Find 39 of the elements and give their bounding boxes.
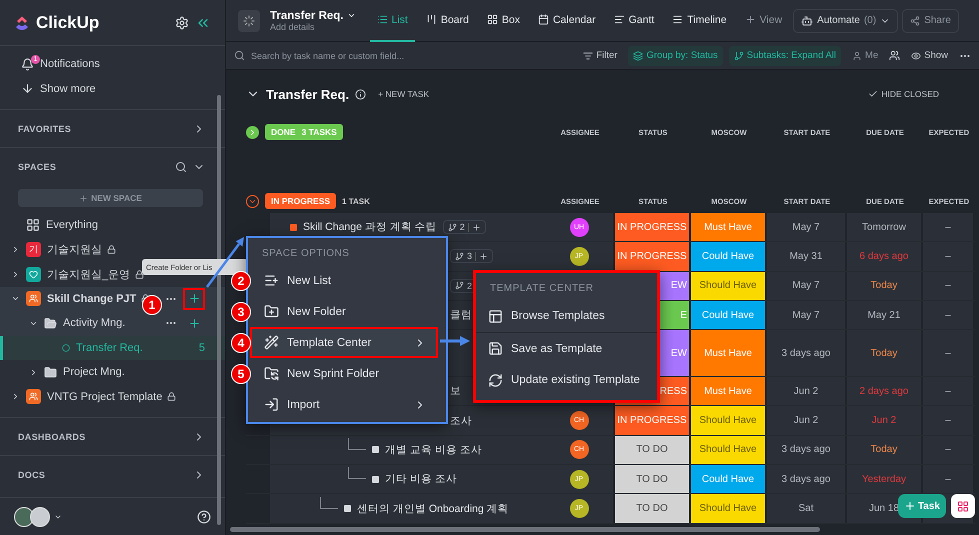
expected-cell: –: [923, 377, 973, 406]
step-marker: 2: [231, 271, 251, 291]
expected-cell: –: [923, 406, 973, 435]
due-date: Today: [870, 444, 898, 456]
start-date-cell: 3 days ago: [767, 436, 845, 464]
due-date: Yesterday: [862, 474, 906, 485]
due-date: 2 days ago: [860, 386, 908, 397]
expected-cell: –: [923, 213, 973, 242]
expected-cell: –: [923, 436, 973, 464]
start-date-cell: May 7: [767, 213, 845, 242]
task-count: 1 TASK: [342, 196, 370, 206]
due-date: Today: [870, 280, 898, 292]
due-date: May 21: [868, 310, 900, 321]
start-date-cell: Sat: [767, 494, 845, 523]
status-group-label: DONE 3 TASKS: [265, 124, 343, 140]
expected-cell: –: [923, 272, 973, 300]
due-date: Today: [870, 348, 898, 359]
start-date-cell: May 7: [767, 300, 845, 330]
start-date-cell: Jun 2: [767, 377, 845, 406]
logo-text: ClickUp: [36, 12, 100, 32]
space-icon: 기: [26, 242, 41, 258]
expected-cell: –: [923, 465, 973, 494]
expected-cell: –: [923, 242, 973, 271]
expected-cell: –: [923, 300, 973, 330]
expected-cell: –: [923, 330, 973, 376]
start-date-cell: Jun 2: [767, 406, 845, 435]
step-marker: 5: [231, 364, 251, 384]
count: 5: [198, 342, 205, 354]
status-group-label: IN PROGRESS: [265, 193, 336, 209]
due-date: Tomorrow: [862, 222, 906, 233]
due-date: 6 days ago: [860, 250, 908, 262]
list-heading: Transfer Req.: [266, 86, 350, 102]
menu-title: SPACE OPTIONS: [261, 247, 350, 261]
start-date-cell: May 31: [767, 242, 845, 271]
step-marker: 3: [231, 302, 251, 322]
start-date-cell: 3 days ago: [767, 465, 845, 494]
start-date-cell: 3 days ago: [767, 330, 845, 376]
start-date-cell: May 7: [767, 272, 845, 300]
due-date: Jun 2: [872, 415, 896, 426]
